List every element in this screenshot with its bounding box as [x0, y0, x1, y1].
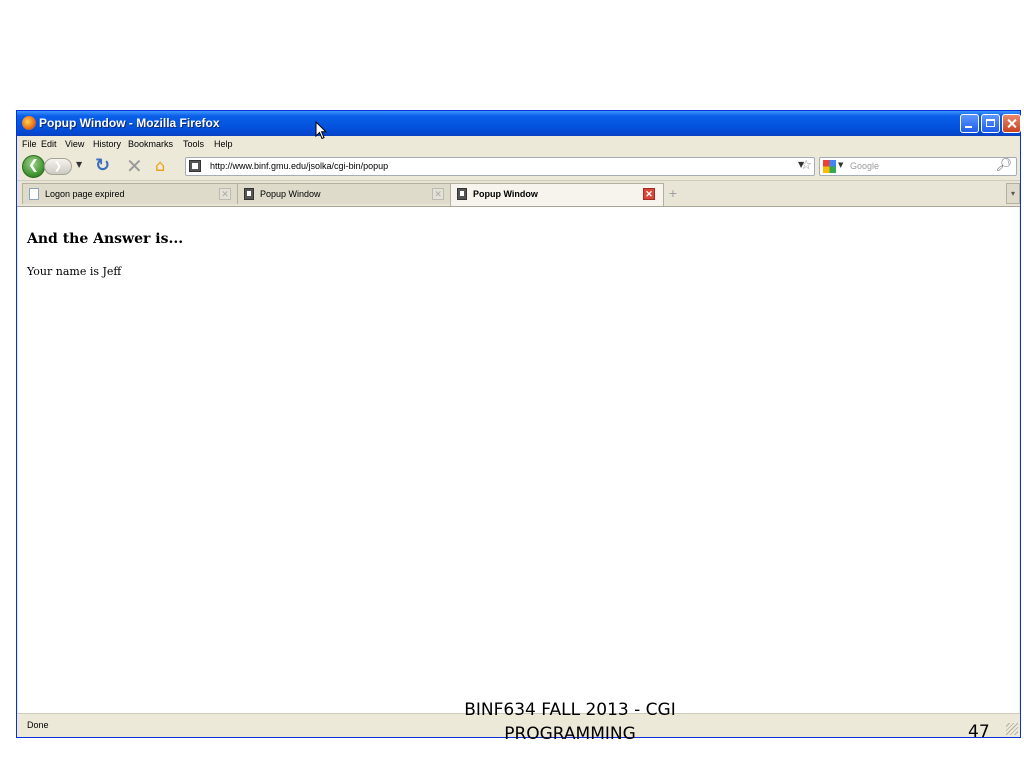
page-heading: And the Answer is... — [27, 231, 184, 247]
search-placeholder[interactable]: Google — [850, 161, 879, 171]
firefox-icon — [22, 116, 36, 130]
navigation-toolbar: ❮ ❯ ▼ ↻ ✕ ⌂ http://www.binf.gmu.edu/jsol… — [17, 153, 1020, 181]
menu-help[interactable]: Help — [214, 139, 233, 149]
mouse-cursor-icon — [315, 120, 328, 144]
history-dropdown-icon[interactable]: ▼ — [76, 160, 82, 169]
home-icon[interactable]: ⌂ — [155, 156, 165, 175]
maximize-button[interactable] — [981, 114, 1000, 133]
page-icon — [29, 188, 39, 200]
minimize-button[interactable] — [960, 114, 979, 133]
site-identity-icon[interactable] — [189, 160, 201, 172]
tab-close-icon[interactable]: ✕ — [219, 188, 231, 200]
menu-bar: File Edit View History Bookmarks Tools H… — [17, 136, 1020, 153]
resize-grip[interactable] — [1006, 723, 1018, 735]
window-title: Popup Window - Mozilla Firefox — [39, 116, 220, 130]
page-icon — [244, 188, 254, 200]
stop-icon[interactable]: ✕ — [126, 154, 143, 178]
page-text: Your name is Jeff — [27, 265, 122, 278]
search-box[interactable]: ▼ Google 🔎︎ — [819, 157, 1017, 176]
close-window-button[interactable] — [1002, 114, 1021, 133]
menu-file[interactable]: File — [22, 139, 37, 149]
back-button[interactable]: ❮ — [22, 155, 45, 178]
browser-window: Popup Window - Mozilla Firefox File Edit… — [16, 110, 1021, 738]
tab-label: Popup Window — [260, 189, 321, 199]
url-dropdown-icon[interactable]: ▼ — [798, 160, 804, 169]
slide-page-number: 47 — [968, 722, 990, 742]
status-text: Done — [27, 720, 49, 730]
tab-bar: Logon page expired ✕ Popup Window ✕ Popu… — [17, 181, 1020, 207]
tab-logon-page-expired[interactable]: Logon page expired ✕ — [22, 183, 240, 204]
url-text[interactable]: http://www.binf.gmu.edu/jsolka/cgi-bin/p… — [210, 161, 388, 171]
tab-close-icon[interactable]: ✕ — [432, 188, 444, 200]
search-engine-dropdown-icon[interactable]: ▼ — [838, 161, 843, 169]
reload-icon[interactable]: ↻ — [95, 155, 110, 176]
slide-footer: BINF634 FALL 2013 - CGI PROGRAMMING — [464, 700, 676, 744]
menu-edit[interactable]: Edit — [41, 139, 57, 149]
title-bar[interactable]: Popup Window - Mozilla Firefox — [17, 111, 1021, 136]
address-bar[interactable]: http://www.binf.gmu.edu/jsolka/cgi-bin/p… — [185, 157, 815, 176]
tab-label: Popup Window — [473, 189, 538, 199]
menu-history[interactable]: History — [93, 139, 121, 149]
page-content: And the Answer is... Your name is Jeff — [18, 207, 1019, 714]
new-tab-icon[interactable]: + — [663, 185, 683, 203]
tab-label: Logon page expired — [45, 189, 125, 199]
menu-bookmarks[interactable]: Bookmarks — [128, 139, 173, 149]
google-search-engine-icon[interactable] — [823, 160, 836, 173]
tab-close-icon[interactable]: ✕ — [643, 188, 655, 200]
forward-button[interactable]: ❯ — [44, 158, 72, 175]
page-icon — [457, 188, 467, 200]
menu-view[interactable]: View — [65, 139, 84, 149]
tab-popup-window-active[interactable]: Popup Window ✕ — [450, 183, 664, 206]
magnifier-icon[interactable]: 🔎︎ — [995, 158, 1012, 173]
list-all-tabs-icon[interactable]: ▾ — [1006, 183, 1020, 204]
tab-popup-window[interactable]: Popup Window ✕ — [237, 183, 453, 204]
menu-tools[interactable]: Tools — [183, 139, 204, 149]
